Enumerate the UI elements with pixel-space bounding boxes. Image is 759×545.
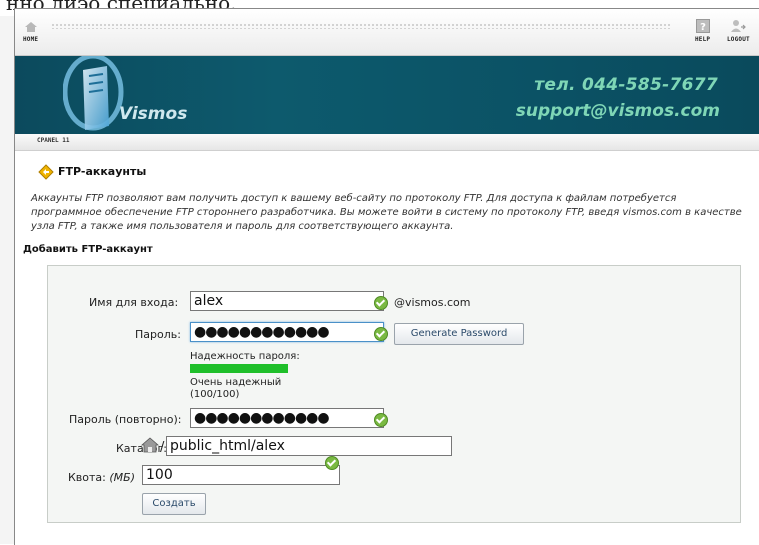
login-value: alex [194, 293, 224, 309]
create-button[interactable]: Создать [142, 493, 206, 515]
ftp-icon [38, 164, 54, 180]
quota-value: 100 [146, 467, 173, 483]
quota-label-text: Квота: [68, 471, 106, 484]
directory-value: public_html/alex [170, 438, 285, 454]
background-left-edge [0, 16, 15, 544]
check-icon [325, 456, 339, 470]
cpanel-breadcrumb-bar: CPANEL 11 [15, 134, 759, 151]
page-title-text: FTP-аккаунты [58, 165, 147, 178]
cpanel-window: HOME ? HELP LOGOUT Vismos тел. 044-585-7… [14, 8, 759, 545]
add-ftp-form: Имя для входа: alex @vismos.com Пароль: … [47, 265, 741, 523]
login-input[interactable]: alex [190, 291, 388, 311]
password-strength-text: Очень надежный [190, 377, 282, 388]
ftp-description: Аккаунты FTP позволяют вам получить дост… [31, 193, 742, 232]
add-ftp-heading: Добавить FTP-аккаунт [23, 244, 153, 255]
password-repeat-input[interactable]: ●●●●●●●●●●●● [190, 408, 388, 428]
svg-text:?: ? [700, 22, 706, 33]
generate-password-button[interactable]: Generate Password [394, 323, 524, 345]
password-repeat-value: ●●●●●●●●●●●● [194, 410, 330, 426]
check-icon [374, 413, 388, 427]
home-label: HOME [23, 36, 39, 43]
logout-icon [731, 20, 747, 32]
support-email: support@vismos.com [515, 101, 720, 121]
password-value: ●●●●●●●●●●●● [194, 324, 330, 340]
help-link[interactable]: ? HELP [695, 19, 710, 43]
check-icon [374, 296, 388, 310]
password-label: Пароль: [135, 328, 181, 341]
check-icon [374, 327, 388, 341]
password-strength-score: (100/100) [190, 389, 240, 400]
home-link[interactable]: HOME [23, 21, 38, 43]
top-navbar: HOME ? HELP LOGOUT [15, 9, 759, 56]
domain-suffix: @vismos.com [394, 296, 471, 309]
help-icon: ? [695, 19, 710, 33]
header-banner: Vismos тел. 044-585-7677 support@vismos.… [15, 56, 759, 134]
login-label: Имя для входа: [89, 296, 179, 309]
password-repeat-label: Пароль (повторно): [69, 413, 182, 426]
logout-label: LOGOUT [727, 36, 750, 43]
password-strength-bar [190, 364, 288, 373]
navbar-dotted-rule [51, 23, 671, 29]
directory-input[interactable]: public_html/alex [166, 436, 452, 456]
support-phone: тел. 044-585-7677 [534, 75, 718, 95]
quota-input[interactable]: 100 [142, 456, 340, 485]
directory-root-slash: / [160, 440, 165, 455]
page-title: FTP-аккаунты [38, 164, 147, 180]
quota-label: Квота: (МБ) [68, 471, 135, 484]
logout-link[interactable]: LOGOUT [727, 19, 750, 43]
home-icon [24, 22, 37, 32]
password-strength-label: Надежность пароля: [190, 351, 300, 362]
quota-unit: (МБ) [109, 471, 136, 484]
help-label: HELP [695, 36, 711, 43]
brand-name: Vismos [119, 104, 188, 124]
cpanel-tab[interactable]: CPANEL 11 [37, 137, 70, 144]
password-input[interactable]: ●●●●●●●●●●●● [190, 322, 388, 342]
home-folder-icon [140, 437, 160, 453]
